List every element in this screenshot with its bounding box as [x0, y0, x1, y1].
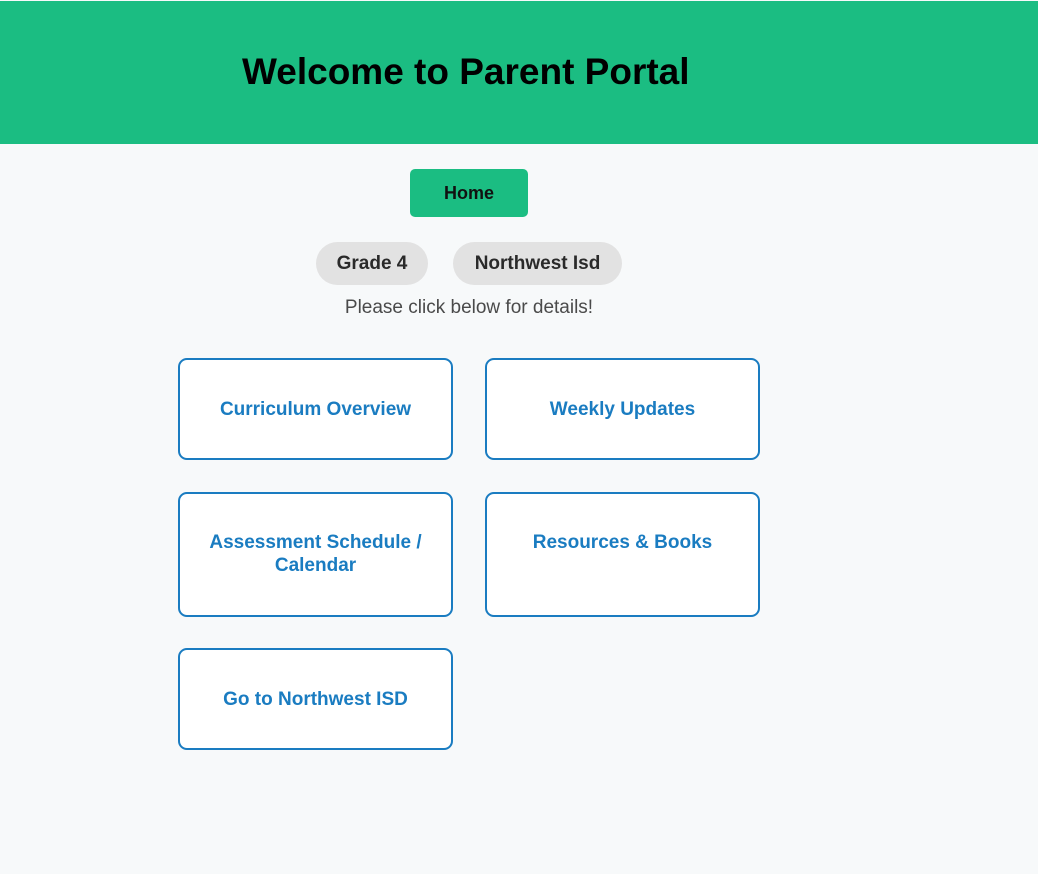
weekly-updates-card[interactable]: Weekly Updates: [485, 358, 760, 460]
card-label: Resources & Books: [532, 532, 713, 553]
grade-badge: Grade 4: [316, 242, 428, 285]
card-label: Assessment Schedule / Calendar: [209, 532, 422, 576]
resources-books-card[interactable]: Resources & Books: [485, 492, 760, 617]
instructions-text: Please click below for details!: [344, 297, 594, 318]
assessment-schedule-card[interactable]: Assessment Schedule / Calendar: [178, 492, 453, 617]
home-button[interactable]: Home: [410, 169, 528, 217]
curriculum-overview-card[interactable]: Curriculum Overview: [178, 358, 453, 460]
card-label: Weekly Updates: [549, 398, 696, 420]
northwest-isd-link-card[interactable]: Go to Northwest ISD: [178, 648, 453, 750]
page-header: Welcome to Parent Portal: [0, 1, 1038, 144]
district-badge: Northwest Isd: [453, 242, 622, 285]
card-label: Curriculum Overview: [219, 398, 412, 420]
page-title: Welcome to Parent Portal: [242, 51, 690, 92]
card-label: Go to Northwest ISD: [223, 688, 408, 710]
